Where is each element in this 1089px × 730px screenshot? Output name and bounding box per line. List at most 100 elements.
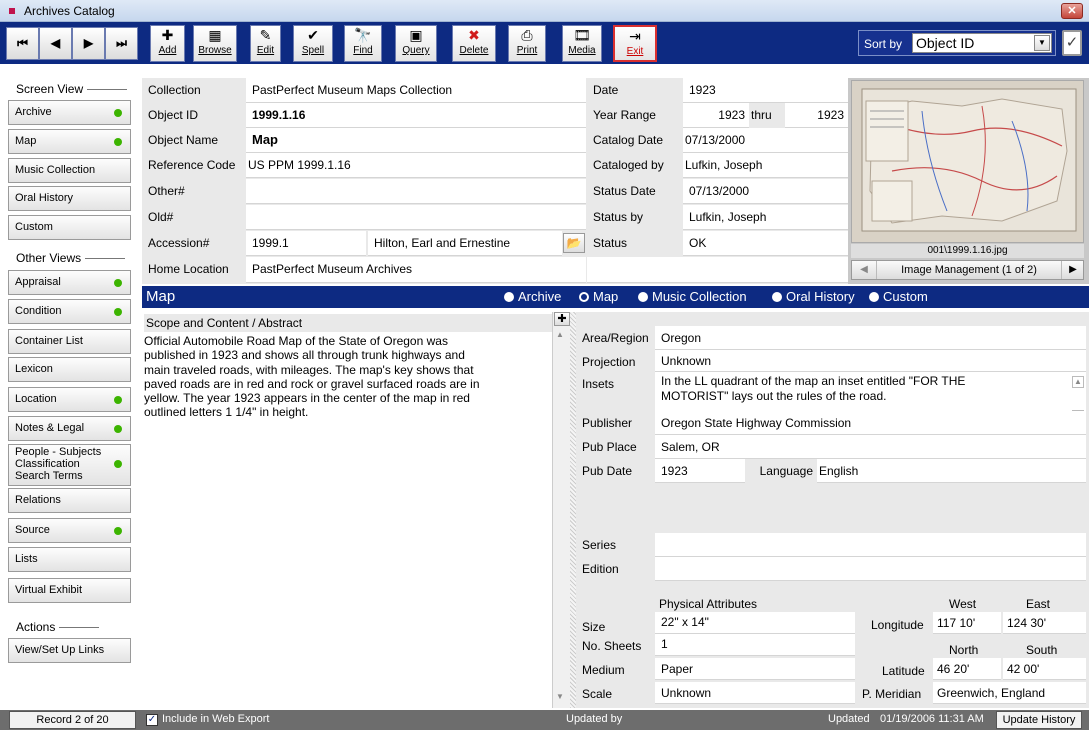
radio-custom[interactable]: Custom: [869, 289, 928, 304]
view-setup-links-button[interactable]: View/Set Up Links: [8, 638, 131, 663]
radio-archive[interactable]: Archive: [504, 289, 561, 304]
scroll-up-icon[interactable]: ▲: [556, 330, 564, 339]
sort-by-label: Sort by: [864, 37, 903, 51]
expand-icon[interactable]: ✚: [554, 312, 570, 326]
sidebar-item-appraisal[interactable]: Appraisal: [8, 270, 131, 295]
exit-button[interactable]: ⇥ Exit: [613, 25, 657, 62]
status-date-field[interactable]: 07/13/2000: [683, 179, 848, 204]
scroll-up-icon[interactable]: ▲: [1072, 376, 1084, 388]
prev-image-icon[interactable]: ◀: [854, 262, 874, 278]
pub-place-field[interactable]: Salem, OR: [655, 435, 1086, 459]
image-management-button[interactable]: Image Management (1 of 2): [876, 261, 1062, 279]
cataloged-by-field[interactable]: Lufkin, Joseph: [683, 153, 848, 178]
sidebar-item-archive[interactable]: Archive: [8, 100, 131, 125]
scope-line: Official Automobile Road Map of the Stat…: [144, 334, 448, 348]
longitude-west-field[interactable]: 117 10': [933, 612, 1001, 634]
sidebar-item-oral-history[interactable]: Oral History: [8, 186, 131, 211]
size-field[interactable]: 22" x 14": [655, 612, 855, 634]
radio-map[interactable]: Map: [579, 289, 618, 304]
year-to-field[interactable]: 1923: [785, 103, 848, 128]
next-image-icon[interactable]: ▶: [1063, 262, 1083, 278]
sidebar-item-notes-legal[interactable]: Notes & Legal: [8, 416, 131, 441]
latitude-south-field[interactable]: 42 00': [1003, 658, 1086, 680]
catalog-date-field[interactable]: 07/13/2000: [683, 128, 848, 153]
exit-label: Exit: [626, 46, 644, 57]
sort-by-select[interactable]: Object ID ▼: [912, 33, 1052, 53]
collection-field[interactable]: PastPerfect Museum Maps Collection: [246, 78, 586, 103]
sidebar-item-container-list[interactable]: Container List: [8, 329, 131, 354]
sidebar-item-lexicon[interactable]: Lexicon: [8, 357, 131, 382]
reference-code-field[interactable]: US PPM 1999.1.16: [246, 153, 586, 178]
publisher-field[interactable]: Oregon State Highway Commission: [655, 411, 1086, 435]
object-id-field[interactable]: 1999.1.16: [246, 103, 586, 128]
status-by-field[interactable]: Lufkin, Joseph: [683, 205, 848, 230]
area-region-field[interactable]: Oregon: [655, 326, 1086, 350]
include-web-export-checkbox[interactable]: ✓: [146, 714, 158, 726]
delete-button[interactable]: ✖ Delete: [452, 25, 496, 62]
find-button[interactable]: 🔭 Find: [344, 25, 382, 62]
spell-button[interactable]: ✔ Spell: [293, 25, 333, 62]
app-icon: [9, 8, 15, 14]
close-button[interactable]: ✕: [1061, 3, 1083, 19]
actions-heading: Actions: [16, 620, 101, 634]
other-number-field[interactable]: [246, 179, 586, 204]
last-record-button[interactable]: ⏭: [105, 27, 138, 60]
sidebar-item-custom[interactable]: Custom: [8, 215, 131, 240]
sidebar-item-source[interactable]: Source: [8, 518, 131, 543]
sidebar-item-relations[interactable]: Relations: [8, 488, 131, 513]
radio-oral-history[interactable]: Oral History: [772, 289, 855, 304]
sidebar-item-music-collection[interactable]: Music Collection: [8, 158, 131, 183]
accession-field[interactable]: 1999.1: [246, 231, 366, 256]
no-sheets-field[interactable]: 1: [655, 634, 855, 656]
sidebar-item-virtual-exhibit[interactable]: Virtual Exhibit: [8, 578, 131, 603]
query-button[interactable]: ▣ Query: [395, 25, 437, 62]
first-record-button[interactable]: ⏮: [6, 27, 39, 60]
edition-field[interactable]: [655, 557, 1086, 581]
delete-label: Delete: [459, 45, 489, 56]
language-field[interactable]: English: [817, 459, 1086, 483]
sidebar-item-people-subjects[interactable]: People - Subjects Classification Search …: [8, 444, 131, 486]
pub-date-field[interactable]: 1923: [655, 459, 745, 483]
add-button[interactable]: ✚ Add: [150, 25, 185, 62]
home-location-field[interactable]: PastPerfect Museum Archives: [246, 257, 586, 283]
browse-button[interactable]: ▦ Browse: [193, 25, 237, 62]
previous-record-button[interactable]: ◀: [39, 27, 72, 60]
scale-field[interactable]: Unknown: [655, 682, 855, 704]
map-thumbnail[interactable]: [851, 80, 1084, 243]
radio-label: Oral History: [786, 289, 855, 304]
projection-field[interactable]: Unknown: [655, 350, 1086, 372]
radio-music-collection[interactable]: Music Collection: [638, 289, 747, 304]
date-field[interactable]: 1923: [683, 78, 848, 103]
object-name-field[interactable]: Map: [246, 128, 586, 153]
old-number-field[interactable]: [246, 205, 586, 230]
longitude-east-field[interactable]: 124 30': [1003, 612, 1086, 634]
status-field[interactable]: OK: [683, 231, 848, 256]
scope-line: yellow. The year 1923 appears in the cen…: [144, 391, 470, 406]
sidebar-item-location[interactable]: Location: [8, 387, 131, 412]
year-from-field[interactable]: 1923: [683, 103, 749, 128]
folder-open-icon[interactable]: 📂: [563, 233, 585, 253]
year-range-label: Year Range: [587, 103, 683, 128]
scope-content-panel[interactable]: Scope and Content / Abstract Official Au…: [142, 312, 570, 708]
sidebar-item-condition[interactable]: Condition: [8, 299, 131, 324]
map-section-header: Map Archive Map Music Collection Oral Hi…: [142, 286, 1089, 308]
chevron-down-icon[interactable]: ▼: [1034, 35, 1050, 51]
p-meridian-field[interactable]: Greenwich, England: [933, 682, 1086, 704]
sidebar-item-map[interactable]: Map: [8, 129, 131, 154]
scope-scrollbar[interactable]: ✚ ▲ ▼: [552, 312, 570, 708]
sidebar-item-lists[interactable]: Lists: [8, 547, 131, 572]
medium-field[interactable]: Paper: [655, 658, 855, 680]
print-button[interactable]: ⎙ Print: [508, 25, 546, 62]
accession-donor-field[interactable]: Hilton, Earl and Ernestine: [368, 231, 562, 256]
scroll-down-icon[interactable]: ▼: [556, 692, 564, 701]
latitude-north-field[interactable]: 46 20': [933, 658, 1001, 680]
scope-content-text[interactable]: Official Automobile Road Map of the Stat…: [144, 334, 544, 420]
media-button[interactable]: 🎞 Media: [562, 25, 602, 62]
next-record-button[interactable]: ▶: [72, 27, 105, 60]
update-history-button[interactable]: Update History: [996, 711, 1082, 729]
accession-label: Accession#: [142, 231, 246, 256]
sidebar-item-label: Search Terms: [15, 470, 83, 482]
edit-button[interactable]: ✎ Edit: [250, 25, 281, 62]
clipboard-check-icon[interactable]: ✓: [1062, 30, 1082, 56]
series-field[interactable]: [655, 533, 1086, 557]
